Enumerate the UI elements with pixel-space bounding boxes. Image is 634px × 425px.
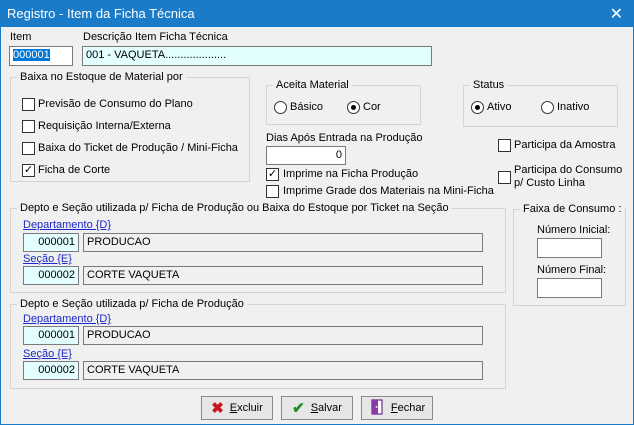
numero-final-label: Número Final: xyxy=(537,264,607,276)
depto1-dept-link[interactable]: Departamento {D} xyxy=(23,219,111,231)
window-title: Registro - Item da Ficha Técnica xyxy=(7,6,195,21)
door-icon xyxy=(369,398,385,418)
item-label: Item xyxy=(10,31,32,43)
salvar-button[interactable]: ✔ Salvar xyxy=(281,396,353,420)
imprime-ficha-checkbox[interactable]: ✓ xyxy=(266,168,279,181)
ticket-checkbox[interactable] xyxy=(22,142,35,155)
depto2-sec-link[interactable]: Seção {E} xyxy=(23,348,72,360)
previsao-label: Previsão de Consumo do Plano xyxy=(38,98,193,110)
depto2-dept-link[interactable]: Departamento {D} xyxy=(23,313,111,325)
depto1-group-title: Depto e Seção utilizada p/ Ficha de Prod… xyxy=(17,202,452,214)
numero-inicial-input[interactable] xyxy=(537,238,602,258)
imprime-grade-label: Imprime Grade dos Materiais na Mini-Fich… xyxy=(283,185,494,197)
inativo-radio[interactable] xyxy=(541,101,554,114)
descricao-input[interactable]: 001 - VAQUETA.................... xyxy=(82,46,432,66)
item-input[interactable]: 000001 xyxy=(9,46,73,66)
imprime-grade-checkbox[interactable] xyxy=(266,185,279,198)
status-group-title: Status xyxy=(470,79,508,91)
depto2-dept-code[interactable]: 000001 xyxy=(23,326,79,345)
ticket-label: Baixa do Ticket de Produção / Mini-Ficha xyxy=(38,142,238,154)
ficha-corte-checkbox[interactable]: ✓ xyxy=(22,164,35,177)
basico-radio[interactable] xyxy=(274,101,287,114)
depto1-dept-name: PRODUCAO xyxy=(83,233,483,252)
check-icon: ✔ xyxy=(292,399,305,417)
participa-consumo-label-1: Participa do Consumo xyxy=(514,164,623,176)
depto1-sec-link[interactable]: Seção {E} xyxy=(23,253,72,265)
participa-amostra-checkbox[interactable] xyxy=(498,139,511,152)
ativo-label: Ativo xyxy=(487,101,512,113)
previsao-checkbox[interactable] xyxy=(22,98,35,111)
depto1-sec-name: CORTE VAQUETA xyxy=(83,266,483,285)
excluir-button[interactable]: ✖ Excluir xyxy=(201,396,273,420)
depto2-group-title: Depto e Seção utilizada p/ Ficha de Prod… xyxy=(17,298,247,310)
aceita-group-title: Aceita Material xyxy=(273,79,352,91)
close-icon[interactable]: ✕ xyxy=(610,4,623,24)
descricao-label: Descrição Item Ficha Técnica xyxy=(83,31,228,43)
title-bar: Registro - Item da Ficha Técnica ✕ xyxy=(1,1,633,27)
inativo-label: Inativo xyxy=(557,101,590,113)
participa-amostra-label: Participa da Amostra xyxy=(514,139,616,151)
x-icon: ✖ xyxy=(211,399,224,417)
fechar-button[interactable]: Fechar xyxy=(361,396,433,420)
numero-final-input[interactable] xyxy=(537,278,602,298)
depto2-sec-name: CORTE VAQUETA xyxy=(83,361,483,380)
ficha-corte-label: Ficha de Corte xyxy=(38,164,111,176)
depto1-sec-code[interactable]: 000002 xyxy=(23,266,79,285)
depto1-dept-code[interactable]: 000001 xyxy=(23,233,79,252)
dias-label: Dias Após Entrada na Produção xyxy=(266,132,423,144)
depto2-sec-code[interactable]: 000002 xyxy=(23,361,79,380)
basico-label: Básico xyxy=(290,101,324,113)
imprime-ficha-label: Imprime na Ficha Produção xyxy=(283,168,419,180)
baixa-group-title: Baixa no Estoque de Material por xyxy=(17,71,186,83)
numero-inicial-label: Número Inicial: xyxy=(537,224,611,236)
cor-radio[interactable] xyxy=(347,101,360,114)
participa-consumo-checkbox[interactable] xyxy=(498,171,511,184)
requisicao-checkbox[interactable] xyxy=(22,120,35,133)
depto2-dept-name: PRODUCAO xyxy=(83,326,483,345)
dias-input[interactable]: 0 xyxy=(266,146,346,165)
ativo-radio[interactable] xyxy=(471,101,484,114)
cor-label: Cor xyxy=(363,101,381,113)
dialog-window: Registro - Item da Ficha Técnica ✕ Item … xyxy=(0,0,634,425)
participa-consumo-label-2: p/ Custo Linha xyxy=(514,177,585,189)
requisicao-label: Requisição Interna/Externa xyxy=(38,120,171,132)
faixa-group-title: Faixa de Consumo : xyxy=(520,203,625,215)
